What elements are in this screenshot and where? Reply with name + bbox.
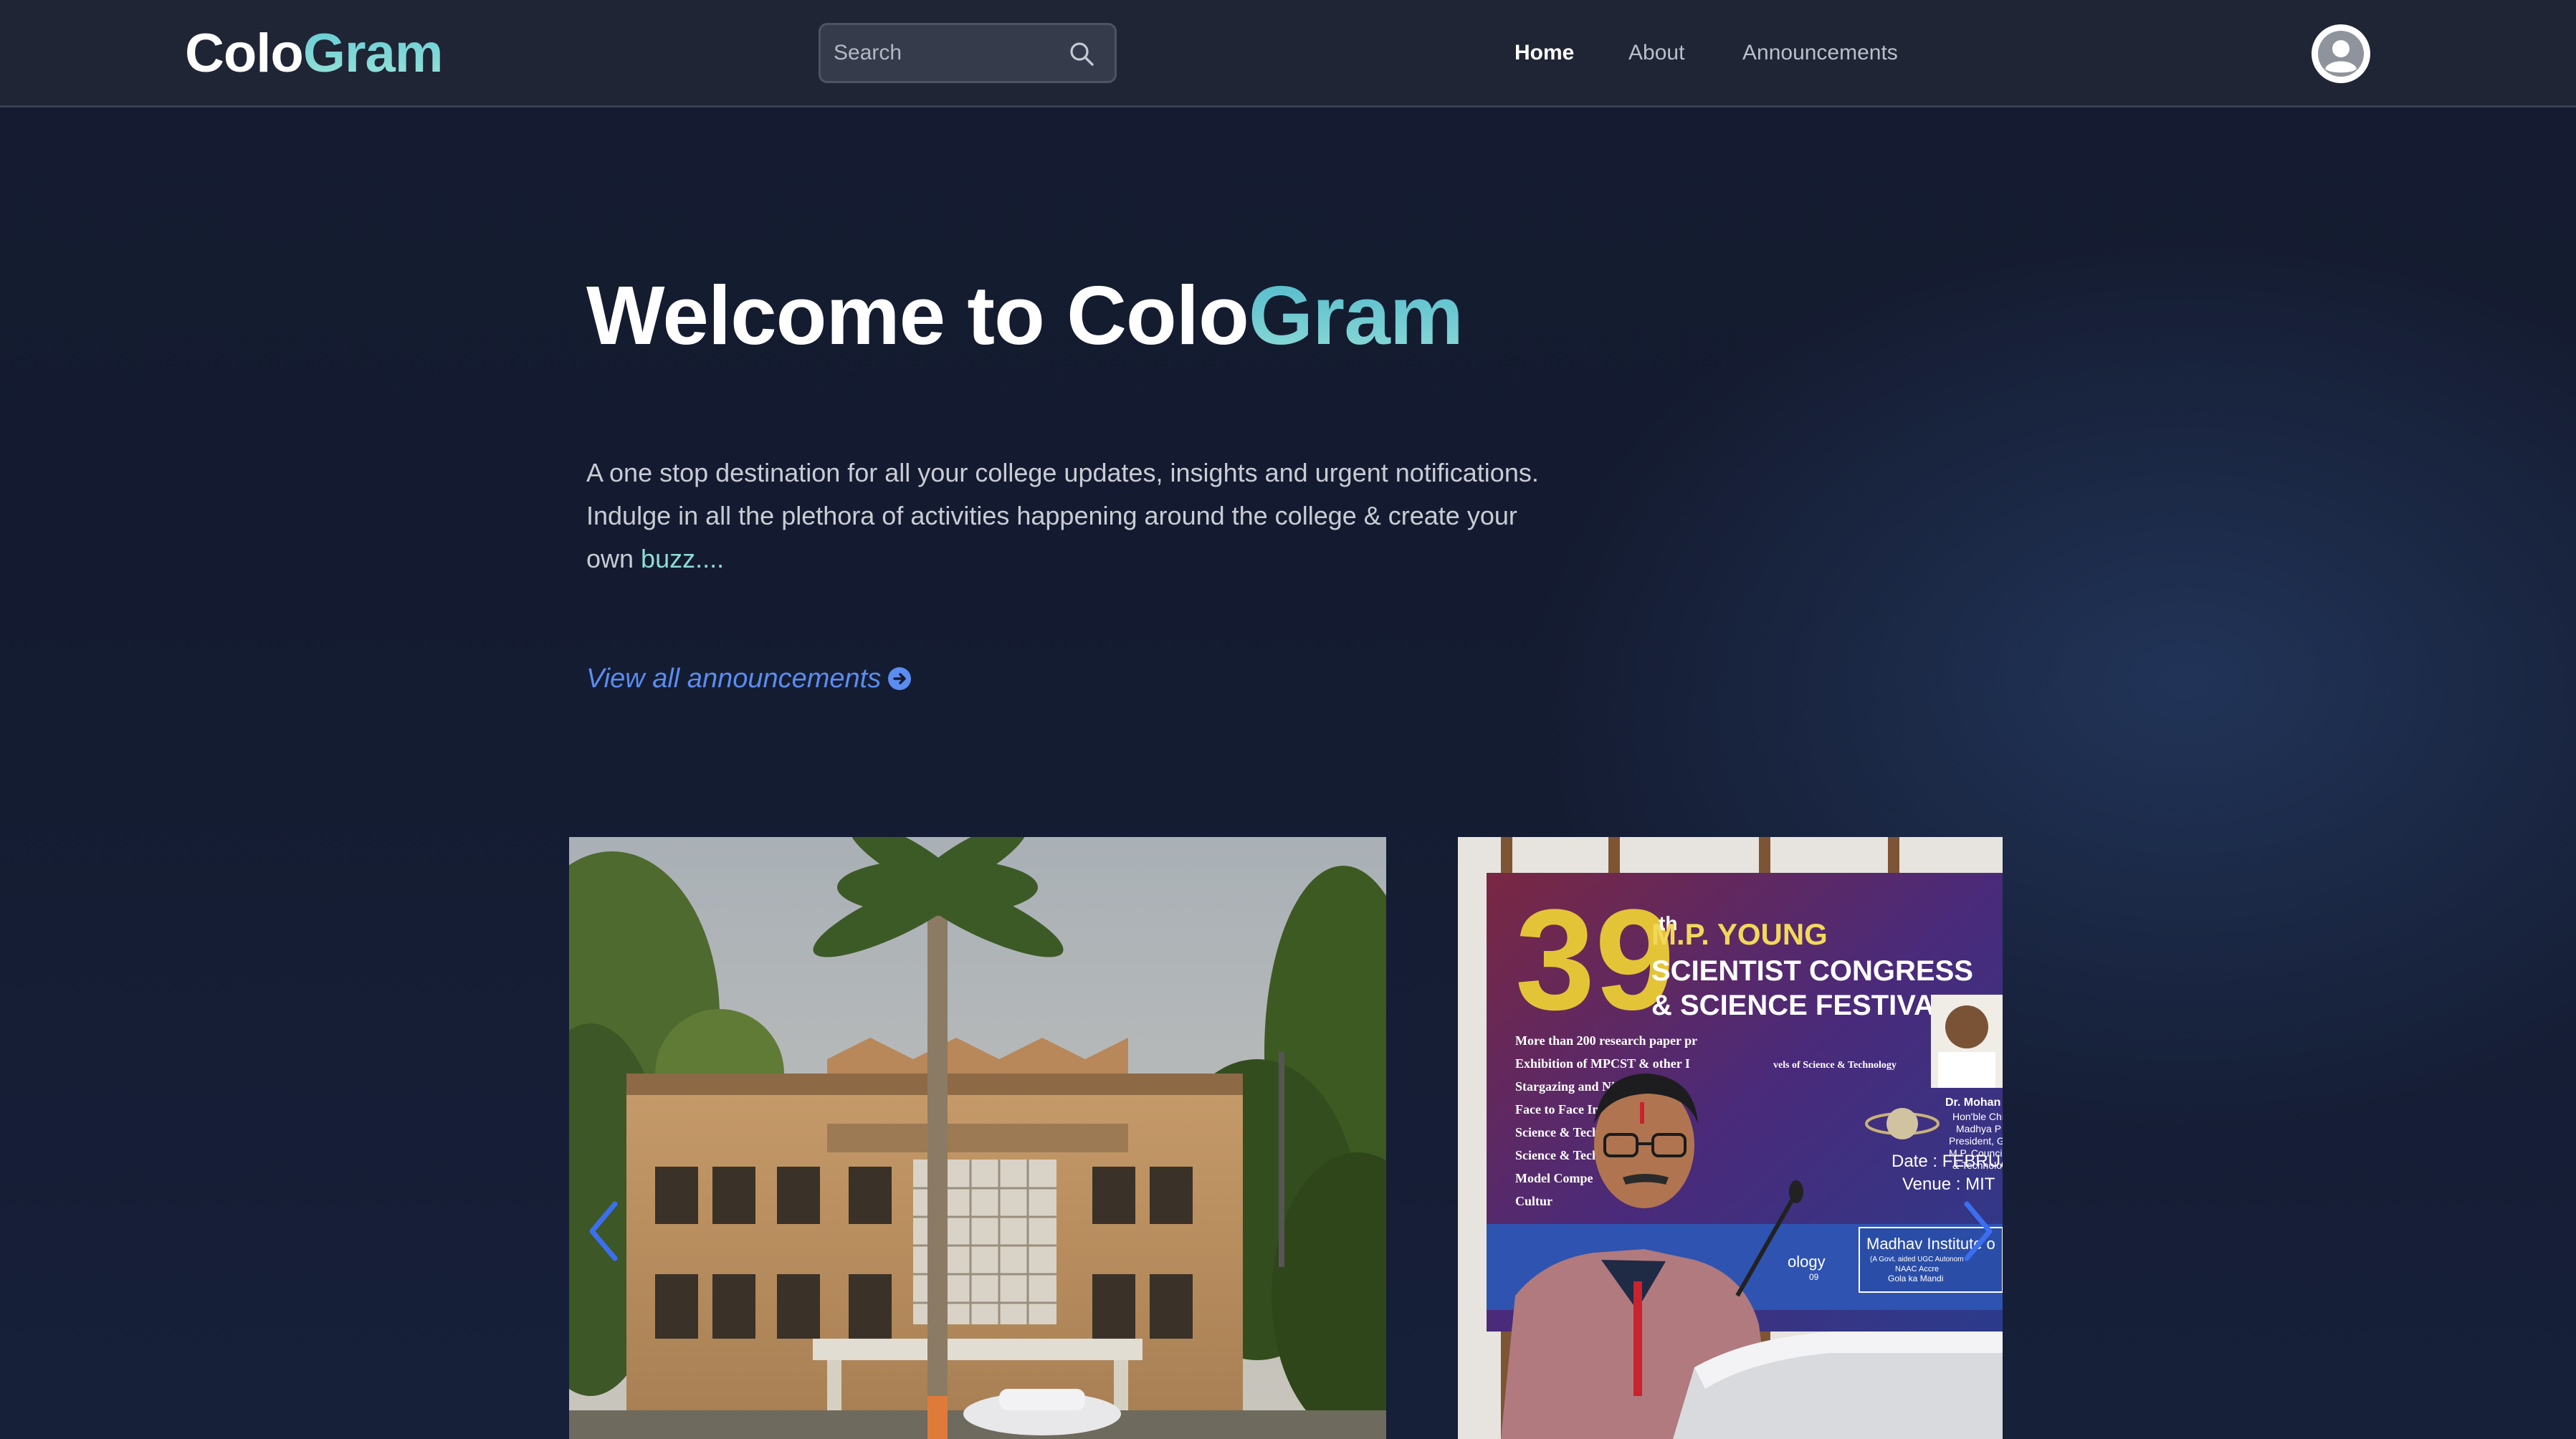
image-carousel: 39 th M.P. YOUNG SCIENTIST CONGRESS & SC… (569, 837, 2003, 1439)
banner-item: Model Compe (1515, 1171, 1593, 1185)
hero-desc-line3: own (586, 544, 641, 573)
view-announcements-label: View all announcements (586, 664, 882, 694)
nav-home[interactable]: Home (1514, 39, 1574, 67)
banner-date: Date : FEBRUA (1892, 1152, 2003, 1171)
banner-person-name: Dr. Mohan (1945, 1096, 2000, 1109)
hero-title: Welcome to ColoGram (586, 265, 1464, 365)
search-box (819, 23, 1117, 83)
banner-item: Cultur (1515, 1194, 1552, 1208)
banner-footer-left: ology (1788, 1253, 1826, 1271)
hero-desc-line2: Indulge in all the plethora of activitie… (586, 501, 1517, 530)
hero-desc-highlight: buzz.... (641, 544, 725, 573)
college-building-image (569, 837, 1386, 1439)
nav-announcements[interactable]: Announcements (1742, 39, 1898, 67)
hero-title-text: Welcome to Colo (586, 269, 1249, 362)
banner-footer-right-small: Gola ka Mandi (1888, 1273, 1943, 1283)
search-icon[interactable] (1067, 39, 1096, 68)
carousel-slide-building[interactable] (569, 837, 1386, 1439)
banner-footer-right-small: (A Govt. aided UGC Autonom (1870, 1256, 1964, 1263)
brand-logo[interactable]: ColoGram (185, 23, 444, 85)
banner-footer-right-small: NAAC Accre (1895, 1265, 1939, 1273)
chevron-left-icon[interactable] (583, 1195, 626, 1267)
brand-name-part2: Gram (302, 23, 444, 84)
banner-right-top: vels of Science & Technology (1773, 1060, 1897, 1071)
banner-venue: Venue : MIT (1902, 1175, 1995, 1194)
carousel-slide-congress[interactable]: 39 th M.P. YOUNG SCIENTIST CONGRESS & SC… (1458, 837, 2003, 1439)
hero-desc-line1: A one stop destination for all your coll… (586, 458, 1539, 487)
banner-person-line: Hon'ble Chie (1952, 1111, 2003, 1122)
user-avatar-icon[interactable] (2312, 24, 2370, 83)
view-announcements-link[interactable]: View all announcements (586, 661, 912, 697)
arrow-circle-right-icon (888, 667, 912, 690)
hero-description: A one stop destination for all your coll… (586, 451, 1590, 580)
chevron-right-icon[interactable] (1955, 1195, 1998, 1267)
banner-item: Exhibition of MPCST & other I (1515, 1056, 1690, 1071)
banner-line2: SCIENTIST CONGRESS (1651, 955, 1973, 987)
page: ColoGram Home About Announcements Welcom… (0, 0, 2576, 1439)
banner-line1: M.P. YOUNG (1651, 917, 1828, 951)
science-congress-image: 39 th M.P. YOUNG SCIENTIST CONGRESS & SC… (1458, 837, 2003, 1439)
banner-footer-left-small: 09 (1809, 1272, 1819, 1282)
banner-person-line: Madhya P (1956, 1123, 2001, 1134)
nav-about[interactable]: About (1628, 39, 1684, 67)
search-input[interactable] (834, 25, 1063, 81)
hero-title-accent: Gram (1248, 269, 1464, 362)
banner-person-line: President, Ge (1949, 1135, 2003, 1147)
brand-name-part1: Colo (185, 23, 304, 84)
banner-item: More than 200 research paper pr (1515, 1033, 1697, 1048)
banner-line3: & SCIENCE FESTIVAL (1651, 990, 1952, 1021)
navbar: ColoGram Home About Announcements (0, 0, 2576, 107)
